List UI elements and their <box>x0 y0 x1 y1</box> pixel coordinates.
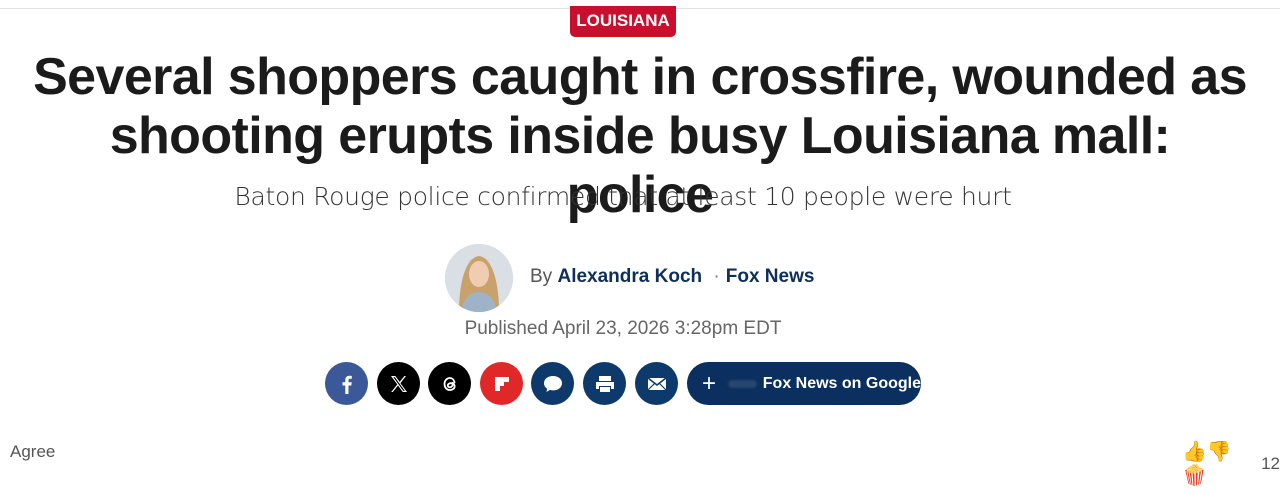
share-bar: + Fox News on Google <box>0 362 1280 405</box>
reaction-emojis: 👍👎🍿 <box>1182 441 1232 487</box>
google-logo-icon <box>727 379 757 388</box>
comments-icon <box>543 375 562 392</box>
author-link[interactable]: Alexandra Koch <box>557 266 702 287</box>
byline-separator: · <box>713 266 720 287</box>
reactions-bar[interactable]: 👍👎🍿 12 <box>1182 440 1280 488</box>
subheadline: Baton Rouge police confirmed that at lea… <box>234 182 1012 211</box>
google-button-label: Fox News on Google <box>762 374 921 392</box>
flipboard-share-button[interactable] <box>480 362 523 405</box>
print-icon <box>595 375 614 392</box>
outlet-link[interactable]: Fox News <box>726 266 815 287</box>
plus-icon: + <box>702 369 717 397</box>
comments-button[interactable] <box>531 362 574 405</box>
published-date: Published April 23, 2026 3:28pm EDT <box>464 318 782 339</box>
facebook-share-button[interactable] <box>325 362 368 405</box>
facebook-icon <box>342 375 352 394</box>
flipboard-icon <box>494 376 509 391</box>
byline-prefix: By <box>530 266 553 287</box>
author-avatar[interactable] <box>445 244 513 312</box>
threads-icon <box>443 376 456 391</box>
x-share-button[interactable] <box>377 362 420 405</box>
print-button[interactable] <box>583 362 626 405</box>
reaction-count: 12 <box>1261 454 1280 473</box>
threads-share-button[interactable] <box>428 362 471 405</box>
category-tag[interactable]: LOUISIANA <box>570 6 676 37</box>
byline: By Alexandra Koch · Fox News <box>530 265 814 289</box>
email-icon <box>647 376 666 390</box>
agree-label[interactable]: Agree <box>10 442 55 462</box>
x-icon <box>390 375 407 392</box>
email-share-button[interactable] <box>635 362 678 405</box>
follow-on-google-button[interactable]: + Fox News on Google <box>687 362 921 405</box>
author-photo <box>445 244 513 312</box>
